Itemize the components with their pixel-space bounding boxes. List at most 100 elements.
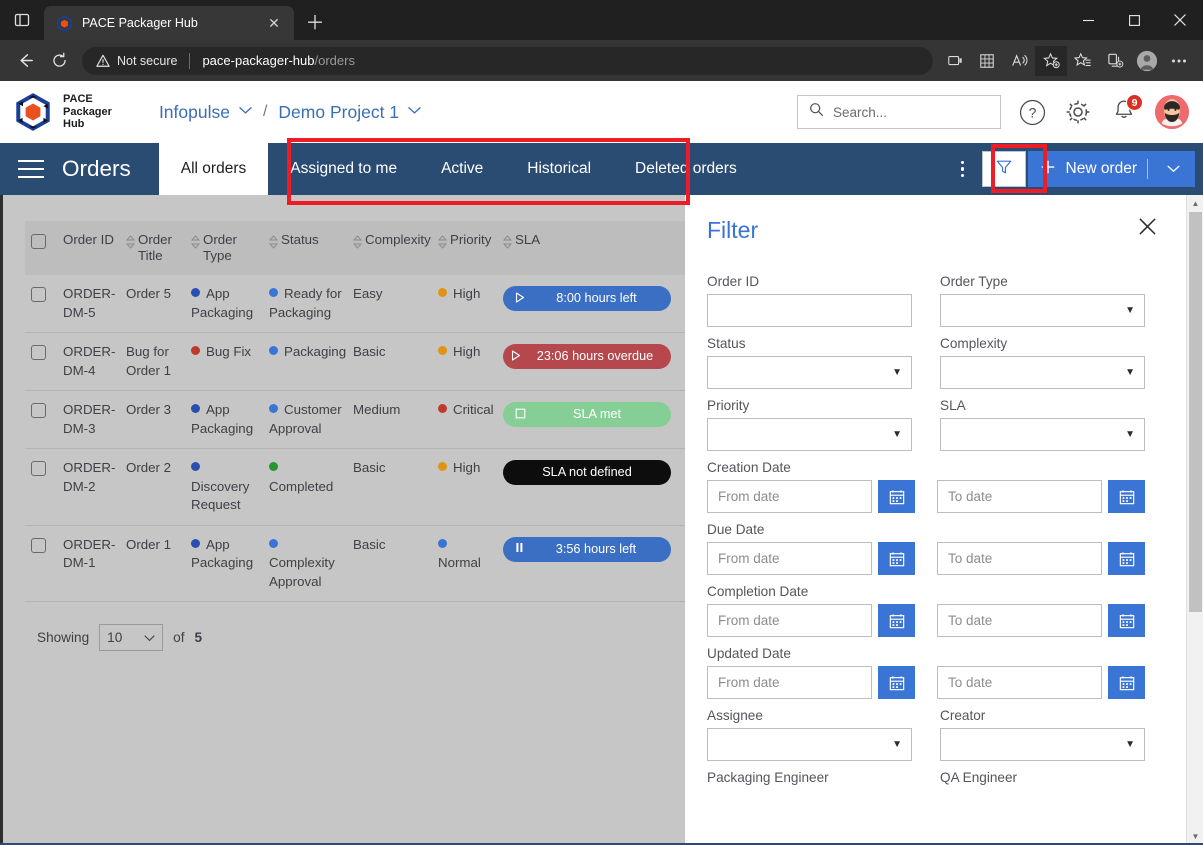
- calendar-icon[interactable]: [878, 542, 915, 575]
- reload-icon[interactable]: [42, 46, 76, 76]
- collections-icon[interactable]: [1099, 46, 1131, 76]
- read-aloud-icon[interactable]: [1003, 46, 1035, 76]
- back-arrow-icon[interactable]: [8, 46, 42, 76]
- col-order-id[interactable]: Order ID: [63, 221, 126, 275]
- filter-button[interactable]: [981, 151, 1026, 187]
- row-checkbox[interactable]: [25, 448, 63, 526]
- col-order-id-sort[interactable]: Order Title: [125, 221, 191, 275]
- table-row[interactable]: ORDER-DM-2 Order 2 Discovery Request Com…: [25, 448, 688, 526]
- calendar-icon[interactable]: [1108, 604, 1145, 637]
- sort-icon: [437, 235, 448, 253]
- add-favorite-icon[interactable]: [1035, 45, 1067, 76]
- profile-icon[interactable]: [1131, 46, 1163, 76]
- table-row[interactable]: ORDER-DM-5 Order 5 App Packaging Ready f…: [25, 275, 688, 333]
- row-checkbox[interactable]: [25, 275, 63, 333]
- table-row[interactable]: ORDER-DM-4 Bug for Order 1 Bug Fix Packa…: [25, 332, 688, 391]
- cell-order-id[interactable]: ORDER-DM-1: [63, 525, 126, 602]
- calendar-icon[interactable]: [1108, 542, 1145, 575]
- chevron-down-icon[interactable]: [408, 106, 421, 118]
- close-window-icon[interactable]: [1157, 0, 1203, 40]
- cast-icon[interactable]: [939, 46, 971, 76]
- chevron-down-icon: [144, 630, 155, 645]
- select-all-checkbox[interactable]: [25, 221, 63, 275]
- maximize-icon[interactable]: [1111, 0, 1157, 40]
- to-date-input[interactable]: To date: [937, 542, 1102, 575]
- close-icon[interactable]: [1138, 217, 1157, 242]
- status-badge: SLA not defined: [503, 460, 671, 485]
- new-order-button[interactable]: New order: [1027, 151, 1195, 187]
- complexity-select[interactable]: ▼: [940, 356, 1145, 389]
- col-complexity-sort[interactable]: Priority: [437, 221, 503, 275]
- calendar-icon[interactable]: [878, 480, 915, 513]
- to-date-input[interactable]: To date: [937, 480, 1102, 513]
- from-date-input[interactable]: From date: [707, 604, 872, 637]
- cell-order-id[interactable]: ORDER-DM-4: [63, 332, 126, 391]
- tab-assigned-to-me[interactable]: Assigned to me: [268, 143, 419, 195]
- row-checkbox[interactable]: [25, 390, 63, 449]
- breadcrumb-org[interactable]: Infopulse: [159, 102, 230, 123]
- caret-down-icon: ▼: [892, 739, 902, 750]
- brand-logo-block[interactable]: PACE Packager Hub: [14, 93, 112, 131]
- cell-order-id[interactable]: ORDER-DM-3: [63, 390, 126, 449]
- row-checkbox[interactable]: [25, 332, 63, 391]
- help-circle-icon[interactable]: ?: [1017, 97, 1047, 127]
- breadcrumb-project[interactable]: Demo Project 1: [278, 102, 399, 123]
- calendar-icon[interactable]: [1108, 666, 1145, 699]
- tab-historical[interactable]: Historical: [505, 143, 613, 195]
- from-date-input[interactable]: From date: [707, 542, 872, 575]
- sla-select[interactable]: ▼: [940, 418, 1145, 451]
- settings-more-icon[interactable]: [1163, 46, 1195, 76]
- row-checkbox[interactable]: [25, 525, 63, 602]
- chevron-down-icon[interactable]: [239, 106, 252, 118]
- assignee-select[interactable]: ▼: [707, 728, 912, 761]
- page-size-select[interactable]: 10: [99, 624, 164, 651]
- col-priority-sort[interactable]: SLA: [502, 221, 688, 275]
- col-order-title-sort[interactable]: Order Type: [190, 221, 269, 275]
- table-row[interactable]: ORDER-DM-1 Order 1 App Packaging Complex…: [25, 525, 688, 602]
- window-controls: [1065, 0, 1203, 40]
- creator-select[interactable]: ▼: [940, 728, 1145, 761]
- hamburger-menu-icon[interactable]: [0, 143, 62, 195]
- search-input[interactable]: Search...: [797, 95, 1001, 129]
- tab-active[interactable]: Active: [419, 143, 505, 195]
- browser-tab[interactable]: PACE Packager Hub ✕: [44, 6, 294, 40]
- tab-deleted-orders[interactable]: Deleted orders: [613, 143, 759, 195]
- calendar-icon[interactable]: [878, 666, 915, 699]
- scroll-up-button[interactable]: ▲: [1187, 195, 1203, 212]
- to-date-input[interactable]: To date: [937, 666, 1102, 699]
- table-row[interactable]: ORDER-DM-3 Order 3 App Packaging Custome…: [25, 390, 688, 449]
- priority-select[interactable]: ▼: [707, 418, 912, 451]
- tab-actions-icon[interactable]: [0, 0, 44, 40]
- minimize-icon[interactable]: [1065, 0, 1111, 40]
- tab-all-orders[interactable]: All orders: [158, 143, 269, 195]
- avatar[interactable]: [1155, 95, 1189, 129]
- from-date-input[interactable]: From date: [707, 480, 872, 513]
- breadcrumb-separator: /: [262, 103, 268, 120]
- chevron-down-icon[interactable]: [1158, 162, 1189, 176]
- gear-icon[interactable]: [1063, 97, 1093, 127]
- page-scrollbar[interactable]: ▲ ▼: [1186, 195, 1203, 845]
- notifications-bell[interactable]: 9: [1109, 94, 1143, 127]
- address-bar[interactable]: Not secure pace-packager-hub/orders: [82, 46, 933, 75]
- from-date-input[interactable]: From date: [707, 666, 872, 699]
- type-dot-icon: [191, 538, 200, 548]
- status-select[interactable]: ▼: [707, 356, 912, 389]
- calendar-icon[interactable]: [1108, 480, 1145, 513]
- cell-order-id[interactable]: ORDER-DM-5: [63, 275, 126, 333]
- scrollbar-thumb[interactable]: [1189, 212, 1202, 612]
- to-date-input[interactable]: To date: [937, 604, 1102, 637]
- more-vertical-icon[interactable]: [946, 143, 980, 195]
- favorites-icon[interactable]: [1067, 46, 1099, 76]
- close-icon[interactable]: ✕: [262, 11, 286, 35]
- security-status[interactable]: Not secure: [96, 54, 177, 68]
- col-order-type-sort[interactable]: Status: [268, 221, 353, 275]
- calendar-icon[interactable]: [878, 604, 915, 637]
- cell-order-title: Order 1: [126, 525, 191, 602]
- order-type-select[interactable]: ▼: [940, 294, 1145, 327]
- new-tab-button[interactable]: ＋: [298, 4, 332, 38]
- order-id-input[interactable]: [707, 294, 912, 327]
- apps-grid-icon[interactable]: [971, 46, 1003, 76]
- cell-order-id[interactable]: ORDER-DM-2: [63, 448, 126, 526]
- col-status-sort[interactable]: Complexity: [352, 221, 438, 275]
- due-date-from: From date: [707, 542, 915, 575]
